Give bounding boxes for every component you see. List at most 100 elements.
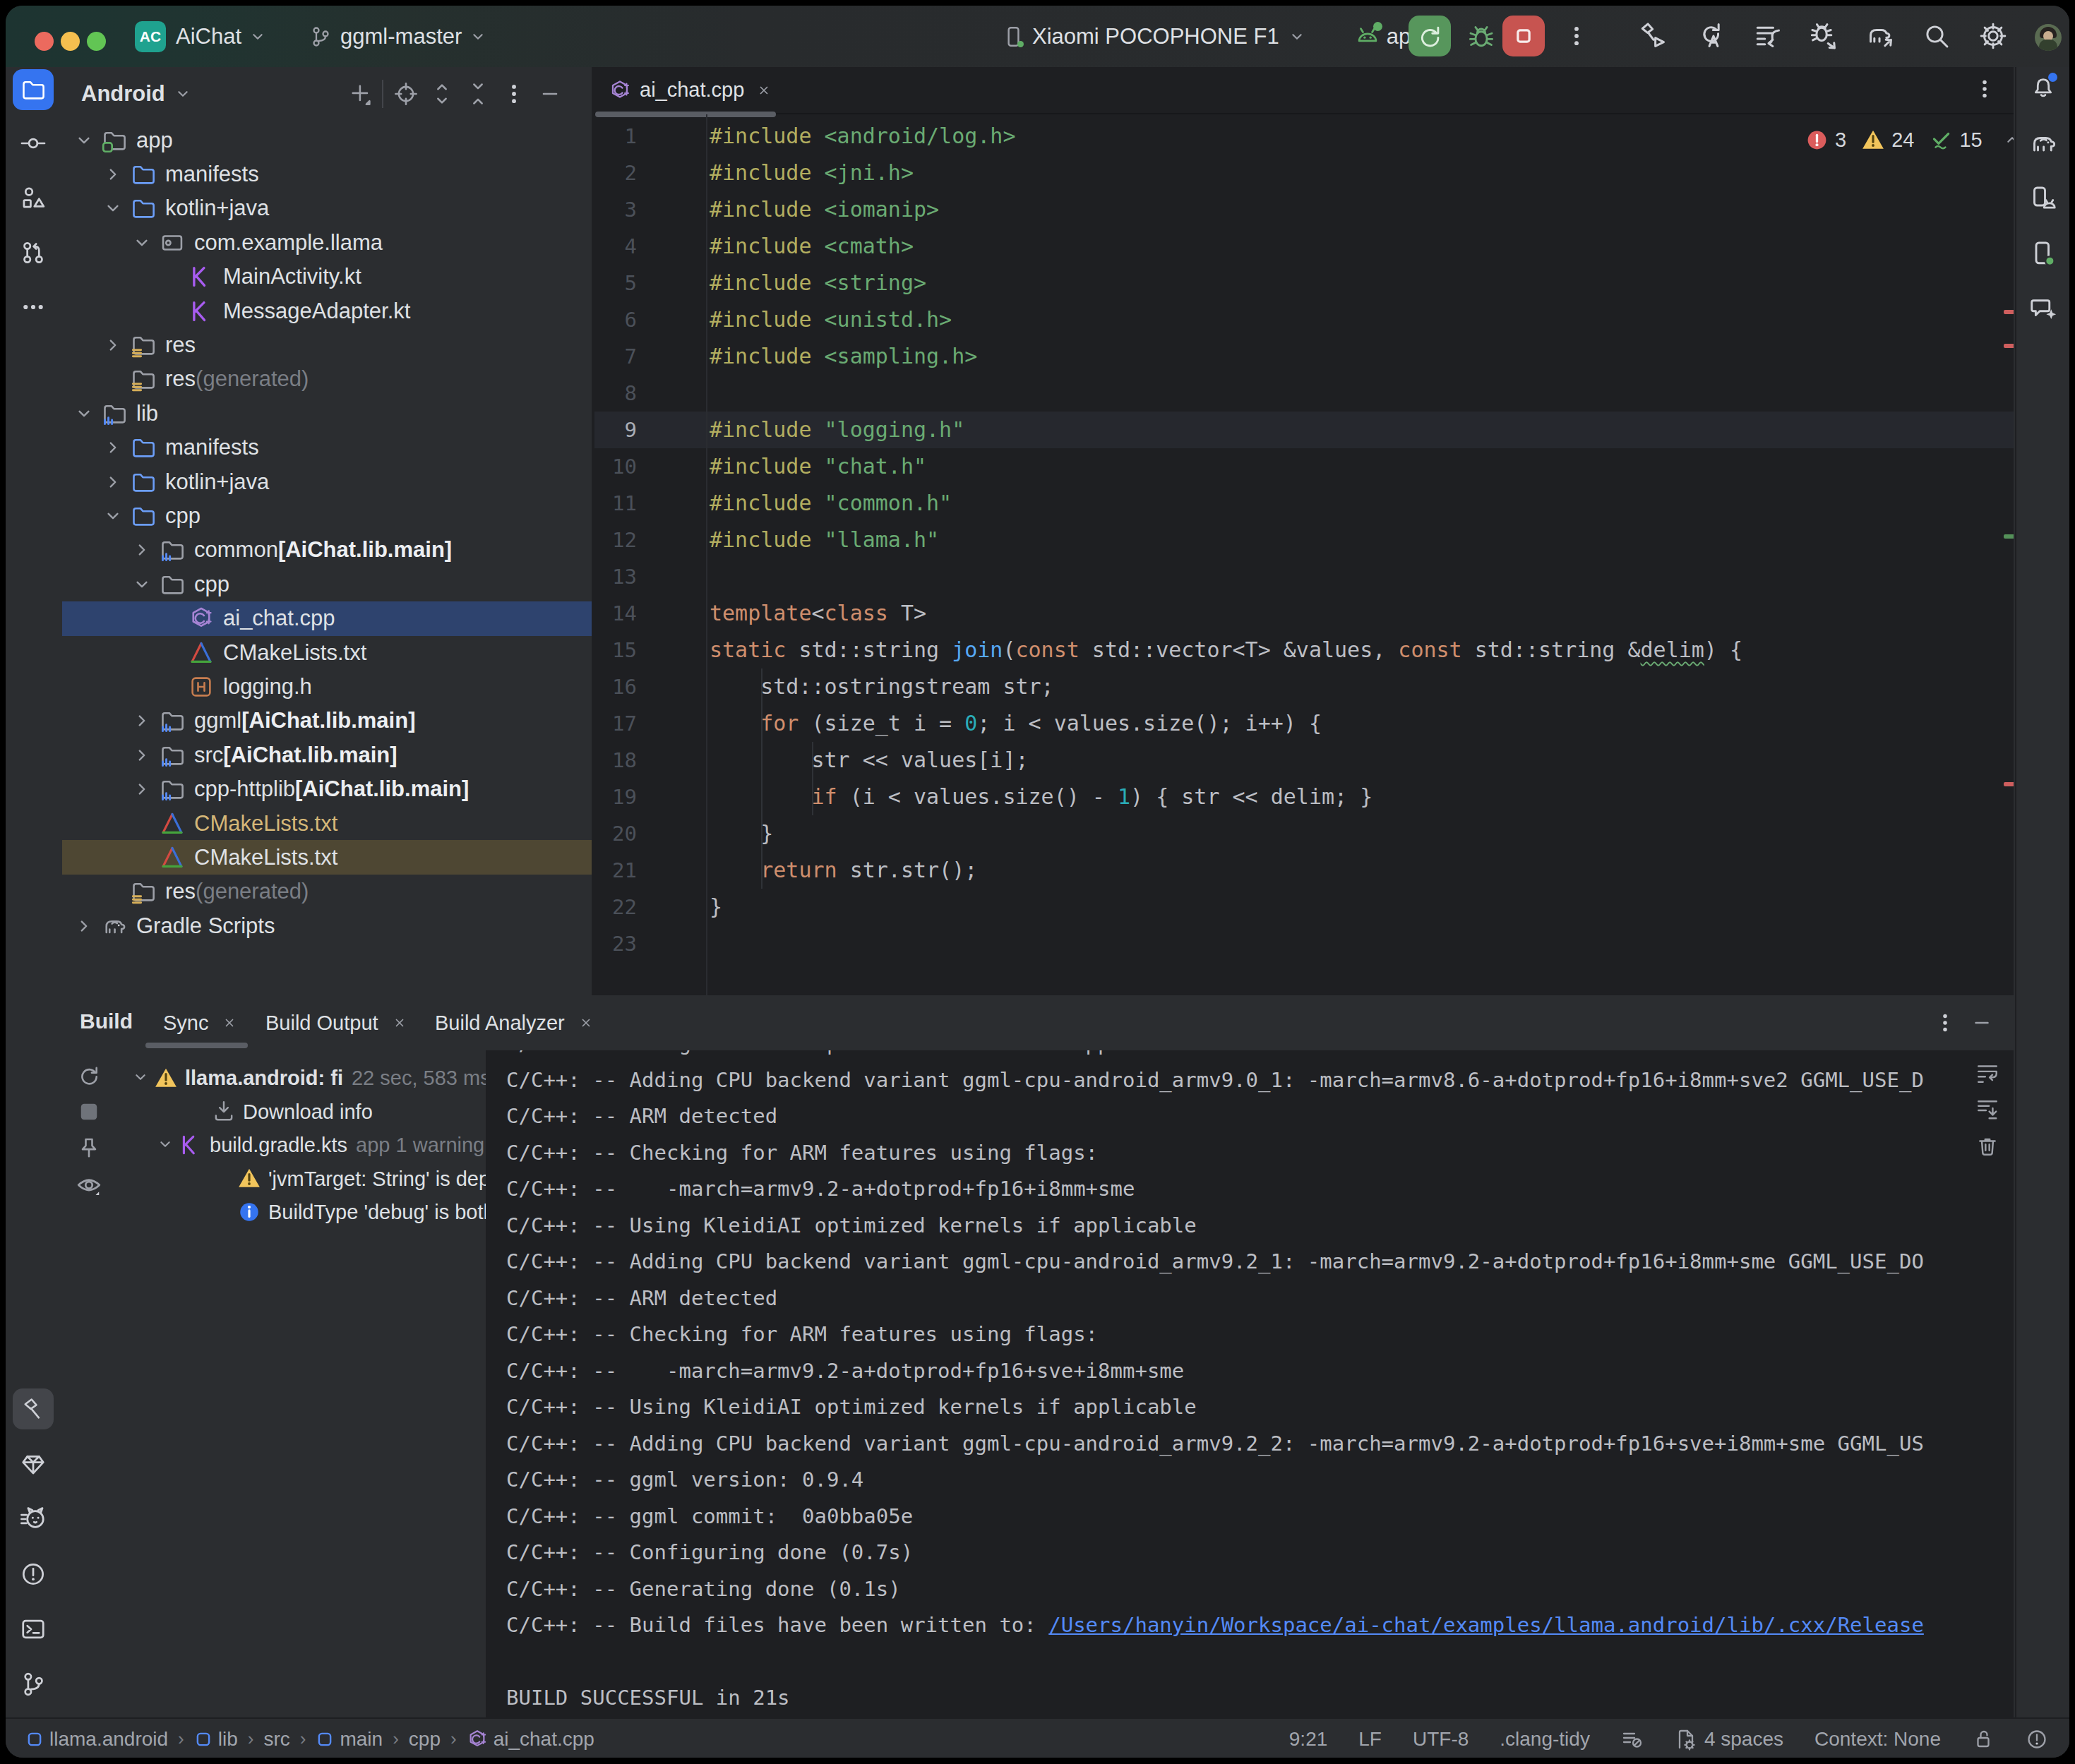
- tree-item-com-example-llama[interactable]: com.example.llama: [62, 225, 592, 260]
- prev-issue-icon[interactable]: [2002, 129, 2014, 150]
- code-line-4[interactable]: 4#include <cmath>: [594, 228, 2014, 265]
- branch-name[interactable]: ggml-master: [340, 24, 462, 49]
- run-button[interactable]: [1409, 16, 1451, 56]
- app-quality-insights-icon[interactable]: [20, 1451, 47, 1477]
- breadcrumb-item[interactable]: cpp: [409, 1728, 441, 1751]
- problems-icon[interactable]: [20, 1561, 47, 1588]
- tree-item-logging-h[interactable]: logging.h: [62, 669, 592, 704]
- version-control-icon[interactable]: [20, 1671, 47, 1698]
- tree-item-lib[interactable]: lib: [62, 396, 592, 431]
- clear-console-icon[interactable]: [1975, 1134, 1999, 1158]
- code-line-18[interactable]: 18 str << values[i];: [594, 742, 2014, 779]
- running-devices-icon[interactable]: [2029, 239, 2057, 268]
- maximize-window-button[interactable]: [87, 32, 106, 51]
- build-console[interactable]: C/C++: -- Using KleidiAI optimized kerne…: [487, 1050, 2014, 1717]
- commit-tool-icon[interactable]: [20, 130, 47, 157]
- build-tab-analyzer[interactable]: Build Analyzer: [435, 1001, 594, 1045]
- search-icon[interactable]: [1922, 22, 1951, 50]
- notifications-icon[interactable]: [2030, 75, 2057, 102]
- avatar[interactable]: [2035, 24, 2062, 51]
- code-line-9[interactable]: 9#include "logging.h": [594, 412, 2014, 448]
- build-tree-item[interactable]: BuildType 'debug' is both de: [62, 1196, 486, 1230]
- code-line-7[interactable]: 7#include <sampling.h>: [594, 338, 2014, 375]
- debug-button[interactable]: [1467, 22, 1495, 50]
- more-tools-icon[interactable]: [20, 294, 47, 320]
- minimize-window-button[interactable]: [61, 32, 80, 51]
- inspections-toggle-icon[interactable]: [1621, 1728, 1644, 1751]
- attach-debugger-icon[interactable]: [1810, 21, 1839, 51]
- scroll-to-end-icon[interactable]: [1975, 1098, 1999, 1122]
- more-actions-icon[interactable]: [1564, 23, 1589, 49]
- breadcrumb-item[interactable]: lib: [194, 1728, 238, 1751]
- breadcrumb-item[interactable]: ai_chat.cpp: [467, 1728, 594, 1751]
- tree-item-res[interactable]: res (generated): [62, 875, 592, 909]
- close-tab-icon[interactable]: [221, 1014, 238, 1031]
- code-line-1[interactable]: 1#include <android/log.h>: [594, 118, 2014, 155]
- tree-item-ai-chat-cpp[interactable]: ai_chat.cpp: [62, 601, 592, 636]
- close-tab-icon[interactable]: [391, 1014, 408, 1031]
- indent-setting[interactable]: 4 spaces: [1675, 1728, 1783, 1751]
- tree-item-src[interactable]: src [AiChat.lib.main]: [62, 738, 592, 772]
- build-tool-button[interactable]: [13, 1388, 54, 1429]
- close-window-button[interactable]: [35, 32, 54, 51]
- tree-item-app[interactable]: app: [62, 123, 592, 157]
- tree-item-common[interactable]: common [AiChat.lib.main]: [62, 533, 592, 568]
- breadcrumb-item[interactable]: main: [316, 1728, 383, 1751]
- soft-wrap-icon[interactable]: [1975, 1061, 1999, 1085]
- tree-item-cpp-httplib[interactable]: cpp-httplib [AiChat.lib.main]: [62, 772, 592, 807]
- code-line-14[interactable]: 14template<class T>: [594, 595, 2014, 632]
- tree-item-kotlin-java[interactable]: kotlin+java: [62, 191, 592, 226]
- code-line-23[interactable]: 23: [594, 925, 2014, 962]
- tree-item-res[interactable]: res: [62, 328, 592, 362]
- caret-position[interactable]: 9:21: [1289, 1728, 1328, 1751]
- build-run-icon[interactable]: [1639, 21, 1668, 51]
- code-line-3[interactable]: 3#include <iomanip>: [594, 191, 2014, 228]
- terminal-icon[interactable]: [20, 1616, 47, 1643]
- tree-item-manifests[interactable]: manifests: [62, 431, 592, 465]
- hide-panel-icon[interactable]: [1970, 1011, 1994, 1035]
- gemini-chat-icon[interactable]: [2029, 294, 2057, 323]
- code-line-22[interactable]: 22}: [594, 889, 2014, 925]
- close-tab-icon[interactable]: [755, 82, 772, 99]
- code-line-12[interactable]: 12#include "llama.h": [594, 522, 2014, 558]
- pull-requests-tool-icon[interactable]: [20, 239, 47, 266]
- tree-item-cpp[interactable]: cpp: [62, 498, 592, 533]
- settings-icon[interactable]: [1979, 22, 2007, 50]
- tree-item-messageadapter-kt[interactable]: MessageAdapter.kt: [62, 294, 592, 328]
- project-tool-button[interactable]: [13, 69, 54, 110]
- logcat-icon[interactable]: [20, 1506, 47, 1532]
- tree-item-ggml[interactable]: ggml [AiChat.lib.main]: [62, 704, 592, 738]
- breadcrumb-item[interactable]: llama.android: [25, 1728, 168, 1751]
- code-line-10[interactable]: 10#include "chat.h": [594, 448, 2014, 485]
- tab-options-icon[interactable]: [1973, 77, 1997, 101]
- profiler-icon[interactable]: [1754, 21, 1783, 51]
- notifications-status-icon[interactable]: [2026, 1728, 2048, 1751]
- tree-item-cpp[interactable]: cpp: [62, 567, 592, 601]
- build-tree-item[interactable]: Download info: [62, 1096, 486, 1129]
- tree-item-cmakelists-txt[interactable]: CMakeLists.txt: [62, 635, 592, 670]
- panel-options-icon[interactable]: [1933, 1011, 1957, 1035]
- build-tree-item[interactable]: 'jvmTarget: String' is deprec: [62, 1163, 486, 1196]
- structure-tool-icon[interactable]: [20, 184, 47, 211]
- encoding[interactable]: UTF-8: [1413, 1728, 1469, 1751]
- build-tab-output[interactable]: Build Output: [265, 1001, 408, 1045]
- close-tab-icon[interactable]: [578, 1014, 594, 1031]
- tree-item-gradle-scripts[interactable]: Gradle Scripts: [62, 908, 592, 943]
- tree-item-cmakelists-txt[interactable]: CMakeLists.txt: [62, 840, 592, 875]
- gradle-sync-icon[interactable]: [1866, 21, 1896, 51]
- build-tab-sync[interactable]: Sync: [163, 1001, 238, 1045]
- code-line-13[interactable]: 13: [594, 558, 2014, 595]
- code-line-2[interactable]: 2#include <jni.h>: [594, 155, 2014, 191]
- build-output-link[interactable]: /Users/hanyin/Workspace/ai-chat/examples…: [1048, 1613, 1924, 1637]
- code-line-17[interactable]: 17 for (size_t i = 0; i < values.size();…: [594, 705, 2014, 742]
- inspections-widget[interactable]: 3 24 15: [1805, 125, 2014, 155]
- breadcrumb[interactable]: llama.android›lib›src›main›cpp›ai_chat.c…: [25, 1728, 594, 1751]
- tree-item-res[interactable]: res (generated): [62, 362, 592, 397]
- rerun-with-coverage-icon[interactable]: [1697, 21, 1727, 51]
- tree-item-kotlin-java[interactable]: kotlin+java: [62, 464, 592, 499]
- breadcrumb-item[interactable]: src: [263, 1728, 289, 1751]
- tree-item-cmakelists-txt[interactable]: CMakeLists.txt: [62, 806, 592, 841]
- code-line-6[interactable]: 6#include <unistd.h>: [594, 301, 2014, 338]
- project-icon[interactable]: AC: [135, 21, 166, 52]
- code-line-21[interactable]: 21 return str.str();: [594, 852, 2014, 889]
